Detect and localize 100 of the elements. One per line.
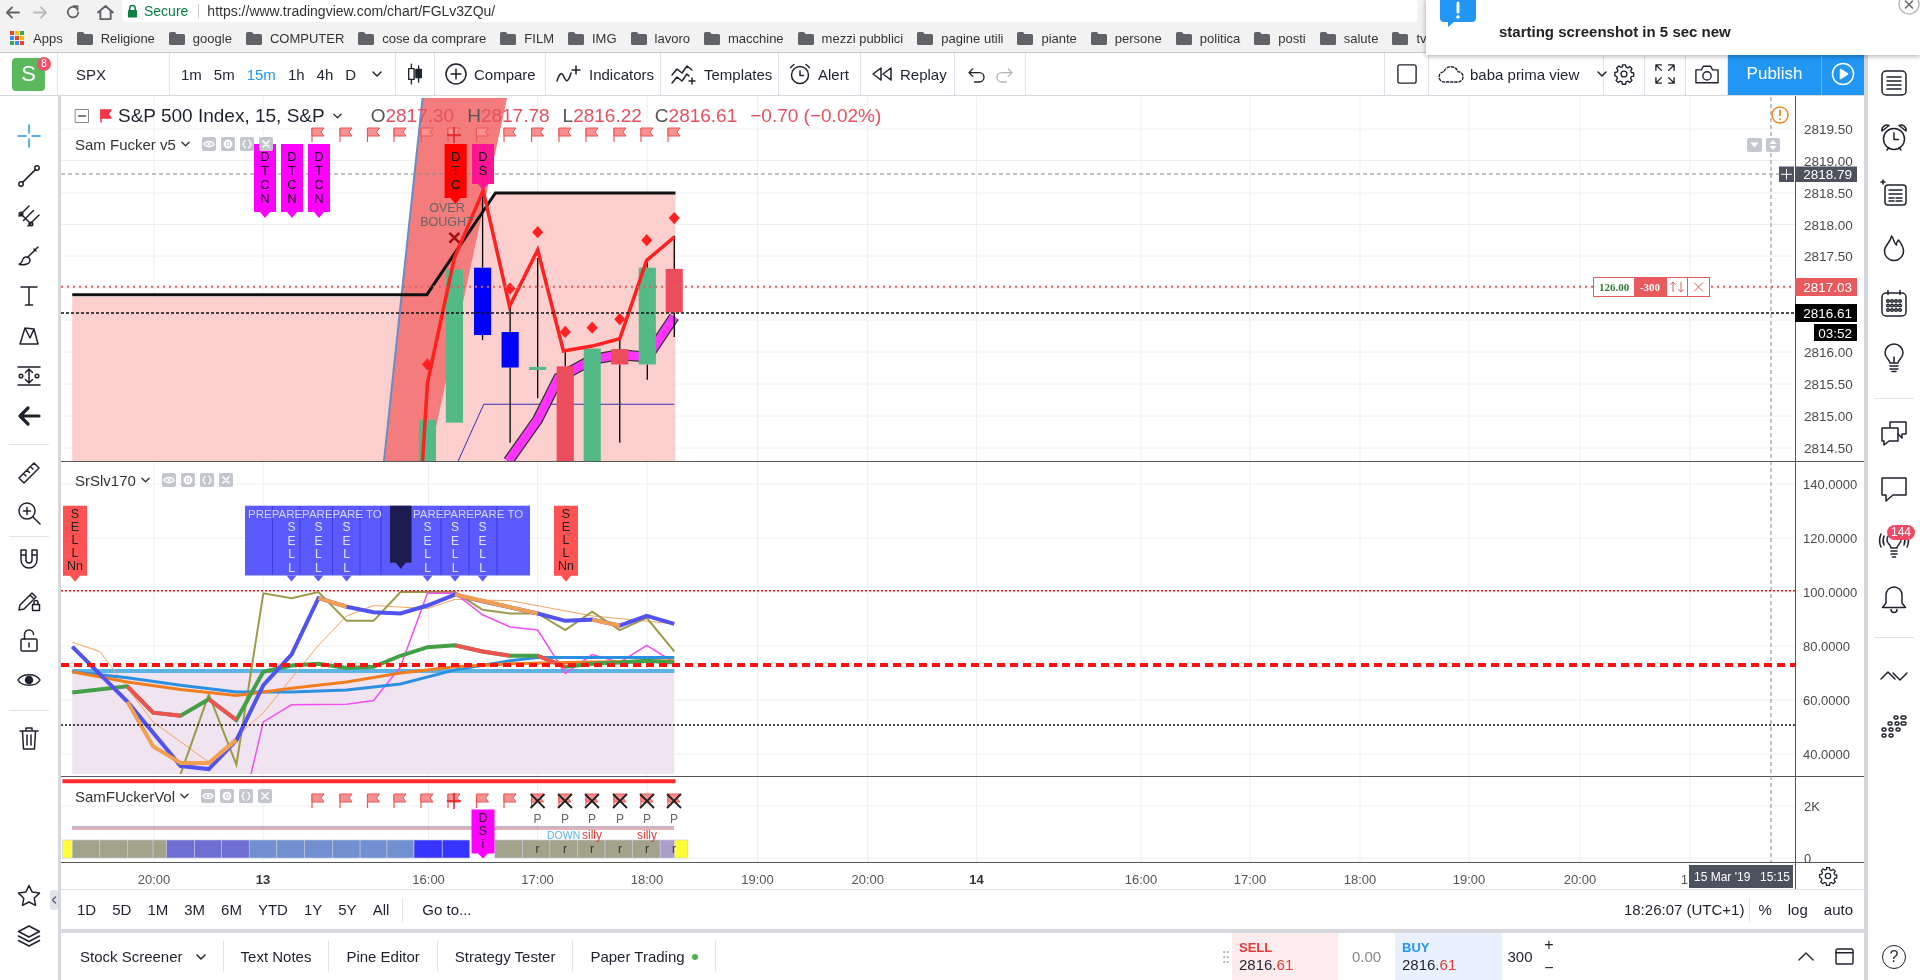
bookmark-link[interactable]: IMG bbox=[560, 30, 624, 46]
caret-icon[interactable] bbox=[140, 477, 150, 483]
replay-button[interactable]: Replay bbox=[861, 53, 954, 95]
indicators-button[interactable]: Indicators bbox=[546, 53, 660, 95]
window-icon[interactable] bbox=[1835, 948, 1854, 965]
panel-tab[interactable]: Paper Trading bbox=[573, 933, 715, 980]
fullscreen-icon[interactable] bbox=[1655, 64, 1675, 84]
arrow-left-icon[interactable] bbox=[17, 404, 41, 428]
candlestick-icon[interactable] bbox=[406, 63, 424, 85]
interval-button[interactable]: 5m bbox=[207, 53, 241, 95]
indicator-name[interactable]: SamFUckerVol bbox=[75, 787, 176, 805]
bookmark-link[interactable]: FILM bbox=[493, 30, 561, 46]
trash-icon[interactable] bbox=[17, 726, 41, 750]
range-button[interactable]: 5Y bbox=[330, 890, 365, 929]
scale-button[interactable]: log bbox=[1779, 890, 1816, 929]
alarm-clock-icon[interactable] bbox=[1880, 123, 1908, 152]
alert-button[interactable]: Alert bbox=[779, 53, 860, 95]
bookmark-link[interactable]: tv bbox=[1385, 30, 1434, 46]
bookmark-link[interactable]: cose da comprare bbox=[351, 30, 494, 46]
bookmark-link[interactable]: lavoro bbox=[623, 30, 697, 46]
play-button[interactable] bbox=[1821, 53, 1864, 95]
grip-icon[interactable] bbox=[1223, 949, 1229, 964]
bookmark-link[interactable]: COMPUTER bbox=[238, 30, 352, 46]
chat-bubbles-icon[interactable] bbox=[1880, 419, 1908, 448]
calendar-icon[interactable] bbox=[1880, 288, 1908, 317]
pitchfork-icon[interactable] bbox=[17, 204, 41, 228]
layers-icon[interactable] bbox=[17, 924, 41, 948]
collapse-handle-icon[interactable] bbox=[50, 890, 58, 910]
quantity-field[interactable]: 300 bbox=[1502, 933, 1538, 980]
bookmark-link[interactable]: posti bbox=[1247, 30, 1313, 46]
indicator-name[interactable]: SrSlv170 bbox=[75, 471, 136, 489]
caret-icon[interactable] bbox=[372, 71, 383, 77]
brush-icon[interactable] bbox=[17, 244, 41, 268]
range-button[interactable]: 3M bbox=[176, 890, 214, 929]
interval-button[interactable]: 1m bbox=[175, 53, 208, 95]
bookmark-link[interactable]: Apps bbox=[0, 30, 70, 46]
sell-button[interactable]: SELL 2816.61 bbox=[1232, 933, 1338, 980]
scale-button[interactable]: % bbox=[1750, 890, 1780, 929]
range-button[interactable]: 1Y bbox=[295, 890, 331, 929]
bookmark-link[interactable]: salute bbox=[1312, 30, 1386, 46]
caret-icon[interactable] bbox=[180, 793, 190, 799]
interval-button[interactable]: 4h bbox=[310, 53, 340, 95]
decrease-button[interactable]: − bbox=[1538, 956, 1560, 980]
settings-icon[interactable] bbox=[1819, 867, 1837, 886]
chat-bubble-icon[interactable] bbox=[1880, 474, 1908, 503]
indicator-name[interactable]: Sam Fucker v5 bbox=[75, 135, 176, 153]
caret-up-icon[interactable] bbox=[1797, 952, 1814, 961]
magnet-icon[interactable] bbox=[17, 548, 41, 572]
star-icon[interactable] bbox=[17, 884, 41, 908]
list-icon[interactable] bbox=[1880, 68, 1908, 97]
close-icon[interactable] bbox=[1687, 277, 1710, 297]
undo-icon[interactable] bbox=[966, 66, 986, 82]
range-button[interactable]: 1D bbox=[69, 890, 105, 929]
collapse-icon[interactable] bbox=[75, 109, 89, 123]
home-icon[interactable] bbox=[97, 4, 114, 20]
zoom-in-icon[interactable] bbox=[17, 501, 41, 525]
text-tool-icon[interactable] bbox=[17, 284, 41, 308]
bookmark-link[interactable]: Religione bbox=[69, 30, 162, 46]
bookmark-link[interactable]: pagine utili bbox=[910, 30, 1011, 46]
settings-icon[interactable] bbox=[1613, 63, 1635, 85]
square-icon[interactable] bbox=[1396, 64, 1417, 84]
compare-button[interactable]: Compare bbox=[435, 53, 545, 95]
pattern-icon[interactable] bbox=[17, 324, 41, 348]
range-button[interactable]: 5D bbox=[104, 890, 140, 929]
goto-button[interactable]: Go to... bbox=[408, 890, 486, 929]
scale-button[interactable]: auto bbox=[1815, 890, 1861, 929]
panel-tab[interactable]: Stock Screener bbox=[61, 933, 223, 980]
caret-icon[interactable] bbox=[180, 141, 190, 147]
measure-icon[interactable] bbox=[17, 364, 41, 388]
increase-button[interactable]: + bbox=[1538, 933, 1560, 957]
bookmark-link[interactable]: politica bbox=[1168, 30, 1248, 46]
range-button[interactable]: 6M bbox=[213, 890, 250, 929]
range-button[interactable]: YTD bbox=[249, 890, 296, 929]
range-button[interactable]: 1M bbox=[139, 890, 177, 929]
symbol-title[interactable]: S&P 500 Index, 15, S&P bbox=[118, 105, 325, 127]
layout-button[interactable]: baba prima view bbox=[1429, 53, 1603, 95]
reload-icon[interactable] bbox=[66, 5, 80, 19]
unlock-icon[interactable] bbox=[17, 628, 41, 652]
caret-icon[interactable] bbox=[332, 113, 342, 119]
panel-tab[interactable]: Pine Editor bbox=[329, 933, 437, 980]
back-arrow-icon[interactable] bbox=[5, 5, 20, 19]
order-price-label[interactable]: 126.00 bbox=[1593, 277, 1635, 297]
panel-tab[interactable]: Text Notes bbox=[223, 933, 329, 980]
ruler-icon[interactable] bbox=[17, 461, 41, 485]
news-icon[interactable] bbox=[1880, 178, 1908, 207]
bell-icon[interactable] bbox=[1880, 584, 1908, 613]
buy-button[interactable]: BUY 2816.61 bbox=[1395, 933, 1502, 980]
bookmark-link[interactable]: google bbox=[161, 30, 239, 46]
panel-tab[interactable]: Strategy Tester bbox=[437, 933, 573, 980]
camera-icon[interactable] bbox=[1694, 64, 1719, 84]
symbol-button[interactable]: SPX bbox=[76, 65, 106, 83]
range-button[interactable]: All bbox=[364, 890, 398, 929]
bookmark-link[interactable]: macchine bbox=[696, 30, 791, 46]
interval-button[interactable]: 1h bbox=[281, 53, 311, 95]
reverse-icon[interactable] bbox=[1666, 277, 1688, 297]
templates-button[interactable]: Templates bbox=[661, 53, 778, 95]
bookmark-link[interactable]: mezzi pubblici bbox=[790, 30, 911, 46]
address-field[interactable]: Secure https://www.tradingview.com/chart/FGLv3ZQu/ bbox=[122, 0, 1417, 22]
bookmark-link[interactable]: persone bbox=[1083, 30, 1169, 46]
trend-line-icon[interactable] bbox=[17, 164, 41, 188]
